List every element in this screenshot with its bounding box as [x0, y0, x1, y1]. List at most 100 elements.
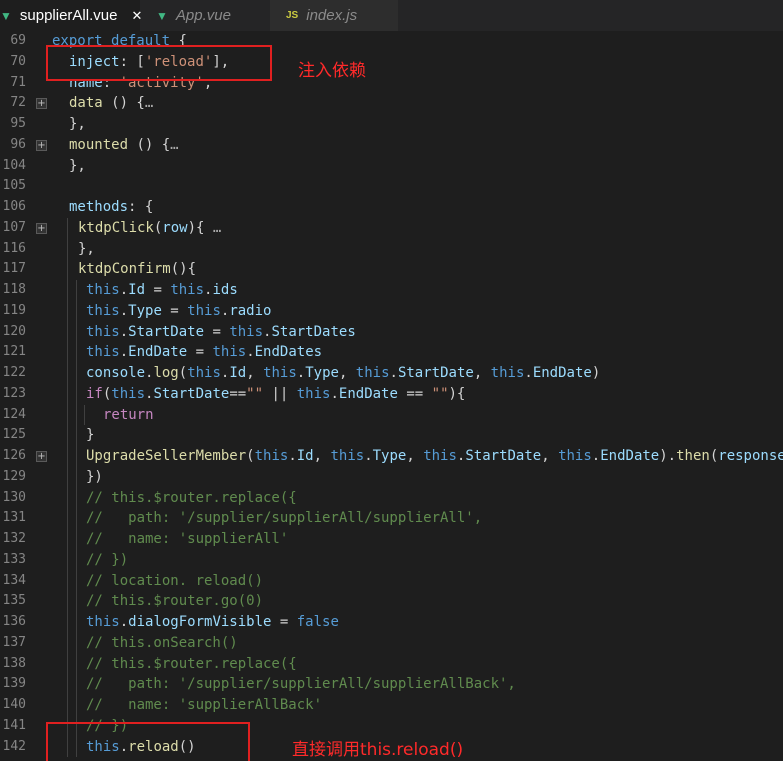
indent-guide [67, 321, 68, 343]
code-text: // path: '/supplier/supplierAll/supplier… [86, 676, 516, 693]
code-line[interactable]: 121 this.EndDate = this.EndDates [0, 342, 783, 363]
code-line[interactable]: 131 // path: '/supplier/supplierAll/suppl… [0, 508, 783, 529]
line-number: 72 [10, 95, 26, 111]
code-line[interactable]: 117 ktdpConfirm(){ [0, 259, 783, 280]
tab-label: App.vue [175, 7, 231, 24]
indent-guide [67, 342, 68, 363]
code-line[interactable]: 132 // name: 'supplierAll' [0, 529, 783, 550]
code-line[interactable]: 106 methods: { [0, 197, 783, 218]
code-text: } [86, 427, 95, 444]
indent-guide [67, 612, 68, 633]
code-text: }, [78, 240, 95, 257]
indent-guide [76, 612, 77, 633]
code-line[interactable]: 135 // this.$router.go(0) [0, 591, 783, 612]
line-number: 71 [10, 74, 26, 90]
code-line[interactable]: 95}, [0, 114, 783, 135]
line-number: 95 [10, 116, 26, 131]
line-number: 140 [2, 697, 26, 712]
indent-guide [76, 342, 77, 363]
indent-guide [76, 300, 77, 322]
code-line[interactable]: 116}, [0, 238, 783, 260]
line-number: 131 [2, 510, 26, 526]
indent-guide [84, 404, 85, 426]
line-number: 136 [2, 614, 26, 629]
code-text: this.Id = this.ids [86, 282, 238, 298]
highlight-box-inject [46, 45, 272, 81]
code-line[interactable]: 130 // this.$router.replace({ [0, 487, 783, 509]
code-text: if(this.StartDate=="" || this.EndDate ==… [86, 385, 466, 402]
indent-guide [76, 280, 77, 301]
fold-expand-icon[interactable]: + [36, 451, 47, 462]
code-line[interactable]: 129}) [0, 466, 783, 488]
code-line[interactable]: 133 // }) [0, 549, 783, 571]
indent-guide [76, 508, 77, 529]
code-line[interactable]: 137 // this.onSearch() [0, 632, 783, 654]
code-line[interactable]: 104}, [0, 156, 783, 177]
code-line[interactable]: 124 return [0, 404, 783, 426]
code-text: // this.$router.replace({ [86, 655, 297, 672]
tab-app-vue[interactable]: ▼ App.vue [140, 0, 270, 31]
line-number: 121 [2, 344, 26, 360]
code-line[interactable]: 72 + data () {… [0, 93, 783, 114]
tab-index-js[interactable]: JS index.js [270, 0, 398, 31]
code-line[interactable]: 122 console.log(this.Id, this.Type, this.… [0, 363, 783, 384]
line-number: 125 [2, 427, 26, 443]
fold-expand-icon[interactable]: + [36, 98, 47, 110]
line-number: 134 [2, 572, 26, 588]
code-text: // location. reload() [86, 572, 264, 589]
code-text: }) [86, 468, 103, 485]
code-line[interactable]: 125} [0, 425, 783, 446]
line-number: 142 [2, 738, 26, 754]
line-number: 137 [2, 634, 26, 650]
code-line[interactable]: 123 if(this.StartDate=="" || this.EndDate… [0, 383, 783, 405]
indent-guide [67, 300, 68, 322]
indent-guide [76, 695, 77, 716]
code-line[interactable]: 118 this.Id = this.ids [0, 280, 783, 301]
indent-guide [67, 280, 68, 301]
indent-guide [67, 570, 68, 592]
code-text: return [103, 406, 154, 423]
code-line[interactable]: 107 + ktdpClick(row){ … [0, 217, 783, 239]
line-number: 139 [2, 676, 26, 692]
code-line[interactable]: 126 + UpgradeSellerMember(this.Id, this.Ty… [0, 446, 783, 467]
indent-guide [76, 632, 77, 654]
code-text: methods: { [69, 199, 154, 215]
code-text: ktdpClick(row){ … [78, 219, 222, 236]
line-number: 133 [2, 551, 26, 567]
code-text: this.EndDate = this.EndDates [86, 344, 323, 361]
indent-guide [67, 383, 68, 405]
code-text: // }) [86, 551, 129, 568]
code-line[interactable]: 120 this.StartDate = this.StartDates [0, 321, 783, 343]
line-number: 129 [2, 468, 26, 484]
code-line[interactable]: 139 // path: '/supplier/supplierAll/suppl… [0, 674, 783, 695]
code-line[interactable]: 119 this.Type = this.radio [0, 300, 783, 322]
code-text: data () {… [69, 95, 154, 112]
indent-guide [76, 487, 77, 509]
code-line[interactable]: 134 // location. reload() [0, 570, 783, 592]
line-number: 123 [2, 385, 26, 401]
indent-guide [67, 217, 68, 239]
indent-guide [76, 425, 77, 446]
code-line[interactable]: 136 this.dialogFormVisible = false [0, 612, 783, 633]
fold-expand-icon[interactable]: + [36, 139, 47, 151]
indent-guide [67, 674, 68, 695]
line-number: 120 [2, 323, 26, 339]
line-number: 117 [2, 261, 26, 277]
indent-guide [76, 549, 77, 571]
line-number: 122 [2, 365, 26, 380]
line-number: 104 [2, 157, 26, 173]
code-line[interactable]: 96 + mounted () {… [0, 135, 783, 156]
code-text: this.StartDate = this.StartDates [86, 323, 356, 340]
indent-guide [67, 238, 68, 260]
tab-supplierall-vue[interactable]: ▼ supplierAll.vue ✕ [0, 0, 142, 31]
highlight-box-reload [46, 722, 250, 761]
code-line[interactable]: 105 [0, 176, 783, 197]
line-number: 130 [2, 489, 26, 505]
code-line[interactable]: 138 // this.$router.replace({ [0, 653, 783, 675]
indent-guide [67, 591, 68, 612]
indent-guide [76, 466, 77, 488]
code-line[interactable]: 140 // name: 'supplierAllBack' [0, 695, 783, 716]
fold-expand-icon[interactable]: + [36, 222, 47, 234]
indent-guide [76, 363, 77, 384]
line-number: 119 [2, 302, 26, 318]
